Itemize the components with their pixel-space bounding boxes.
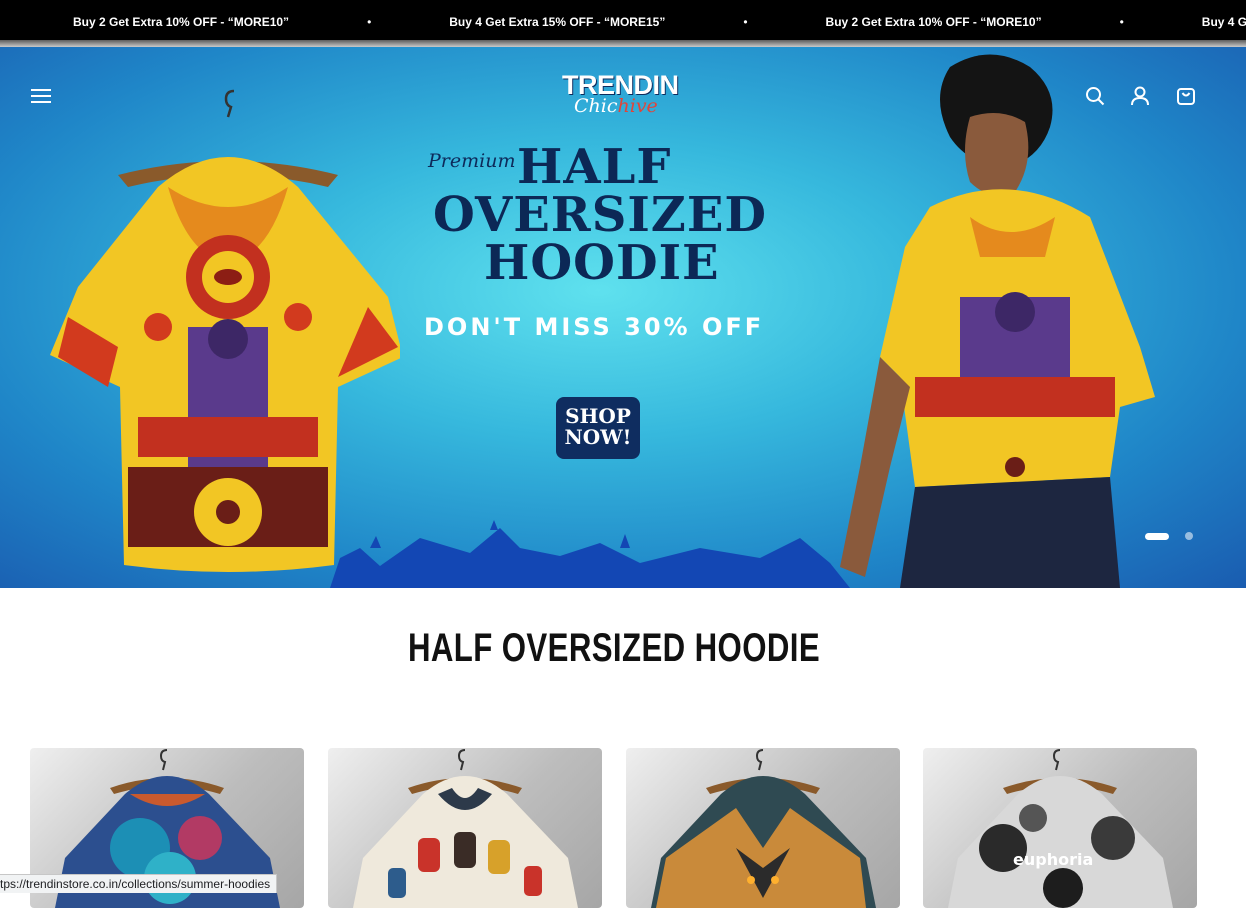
model-image bbox=[840, 54, 1155, 588]
hero-offer-text: DON'T MISS 30% OFF bbox=[424, 313, 765, 341]
carousel-dots bbox=[1145, 532, 1193, 540]
cart-icon bbox=[1177, 88, 1195, 105]
shop-now-button[interactable]: SHOP NOW! bbox=[556, 397, 640, 459]
announcement-message: Buy 4 Get Extra 15% OFF - “MORE15” bbox=[1201, 15, 1246, 29]
product-card[interactable] bbox=[626, 748, 900, 908]
shop-now-line1: SHOP bbox=[565, 404, 631, 428]
announcement-message: Buy 2 Get Extra 10% OFF - “MORE10” bbox=[73, 15, 290, 29]
carousel-dot-active[interactable] bbox=[1145, 532, 1169, 540]
product-image bbox=[353, 749, 578, 908]
announcement-message: Buy 4 Get Extra 15% OFF - “MORE15” bbox=[449, 15, 666, 29]
separator-dot: • bbox=[367, 15, 372, 29]
hero-banner[interactable]: Premium HALF OVERSIZED HOODIE DON'T MISS… bbox=[0, 47, 1246, 588]
hero-title-line3: HOODIE bbox=[484, 235, 720, 291]
product-card[interactable]: euphoria bbox=[923, 748, 1197, 908]
carousel-dot[interactable] bbox=[1185, 532, 1193, 540]
account-button[interactable] bbox=[1126, 82, 1154, 110]
product-image bbox=[948, 749, 1173, 908]
browser-status-url: tps://trendinstore.co.in/collections/sum… bbox=[0, 874, 278, 893]
separator-dot: • bbox=[743, 15, 748, 29]
hero-premium-label: Premium bbox=[428, 150, 516, 172]
logo-text-script: Chichive bbox=[574, 95, 658, 117]
menu-button[interactable] bbox=[27, 82, 55, 110]
search-button[interactable] bbox=[1081, 82, 1109, 110]
menu-icon bbox=[31, 89, 51, 103]
cart-button[interactable] bbox=[1172, 82, 1200, 110]
announcement-track: Buy 2 Get Extra 10% OFF - “MORE10” • Buy… bbox=[73, 0, 1246, 44]
product-image bbox=[651, 749, 876, 908]
announcement-bar: Buy 2 Get Extra 10% OFF - “MORE10” • Buy… bbox=[0, 0, 1246, 44]
separator-dot: • bbox=[1119, 15, 1124, 29]
site-logo[interactable]: TRENDIN Chichive bbox=[560, 70, 679, 122]
search-icon bbox=[1086, 87, 1105, 106]
account-icon bbox=[1131, 86, 1149, 106]
product-print-label: euphoria bbox=[1013, 850, 1094, 869]
collection-title: HALF OVERSIZED HOODIE bbox=[407, 626, 821, 670]
hoodie-product-image bbox=[50, 89, 400, 572]
paint-splash-decoration bbox=[330, 520, 850, 588]
announcement-message: Buy 2 Get Extra 10% OFF - “MORE10” bbox=[825, 15, 1042, 29]
product-card[interactable] bbox=[328, 748, 602, 908]
shop-now-line2: NOW! bbox=[564, 425, 632, 449]
